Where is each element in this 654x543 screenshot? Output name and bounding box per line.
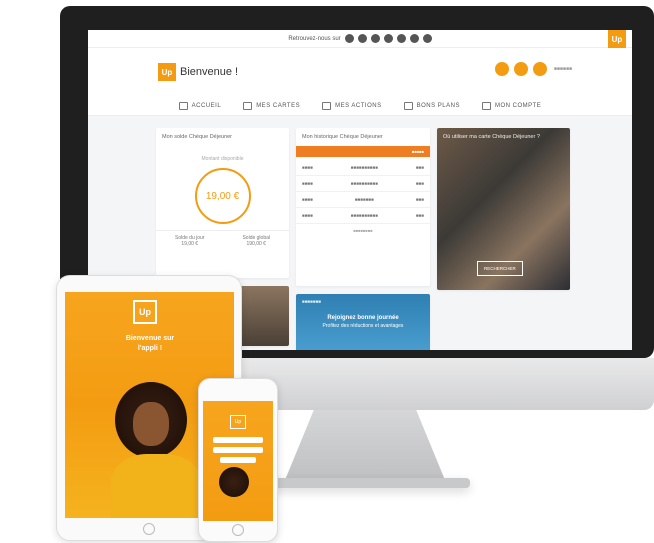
phone-logo: Up <box>230 415 246 429</box>
promo-headline: Rejoignez bonne journée <box>327 315 399 321</box>
social-bar: Retrouvez-nous sur Up <box>88 30 632 48</box>
see-more-link[interactable]: ■■■■■■■■ <box>296 228 430 233</box>
header-actions: ■■■■■■ <box>494 62 572 76</box>
phone-input[interactable] <box>213 447 263 453</box>
card-title: Mon solde Chèque Déjeuner <box>162 134 233 140</box>
promo-sub: Profitez des réductions et avantages <box>322 323 404 329</box>
nav-label: BONS PLANS <box>416 102 460 109</box>
nav-accueil[interactable]: ACCUEIL <box>178 101 222 110</box>
linkedin-icon[interactable] <box>422 34 432 43</box>
site-header: Up Bienvenue ! ■■■■■■ <box>88 48 632 96</box>
tablet-home-button[interactable] <box>143 523 155 535</box>
google-icon[interactable] <box>409 34 419 43</box>
right-value: 190,00 € <box>246 241 266 247</box>
phone-input[interactable] <box>213 437 263 443</box>
tablet-logo: Up <box>133 300 157 324</box>
deals-icon <box>403 101 413 110</box>
nav-label: MON COMPTE <box>494 102 542 109</box>
phone-woman-photo <box>219 467 249 497</box>
history-icon <box>322 101 332 110</box>
twitter-icon[interactable] <box>357 34 367 43</box>
nav-label: MES ACTIONS <box>335 102 382 109</box>
social-label: Retrouvez-nous sur <box>288 35 341 42</box>
welcome-title: Bienvenue ! <box>180 66 239 78</box>
phone-home-button[interactable] <box>232 524 244 536</box>
user-name[interactable]: ■■■■■■ <box>554 66 572 72</box>
nav-mes-cartes[interactable]: MES CARTES <box>243 101 301 110</box>
promo-card: ■■■■■■■ Rejoignez bonne journée Profitez… <box>296 294 430 350</box>
table-row: ■■■■ ■■■■■■■ ■■■ <box>296 192 430 208</box>
youtube-icon[interactable] <box>383 34 393 43</box>
up-corner-logo[interactable]: Up <box>608 30 626 48</box>
phone-screen: Up <box>203 401 273 521</box>
balance-ring: 19,00 € <box>194 168 251 224</box>
nav-mon-compte[interactable]: MON COMPTE <box>481 101 542 110</box>
phone-button[interactable] <box>220 457 256 463</box>
brand-logo[interactable]: Up <box>158 63 176 81</box>
nav-mes-actions[interactable]: MES ACTIONS <box>322 101 382 110</box>
main-nav: ACCUEIL MES CARTES MES ACTIONS BONS PLAN… <box>88 96 632 116</box>
tablet-welcome: Bienvenue sur l'appli ! <box>125 335 175 352</box>
available-label: Montant disponible <box>201 156 244 162</box>
search-button[interactable]: RECHERCHER <box>477 261 523 276</box>
card-title: Mon historique Chèque Déjeuner <box>302 134 383 140</box>
woman-photo <box>105 382 205 518</box>
nav-label: MES CARTES <box>256 102 301 109</box>
solde-card: Mon solde Chèque Déjeuner Montant dispon… <box>156 128 289 278</box>
notification-icon[interactable] <box>494 62 509 76</box>
avatar[interactable] <box>532 62 547 76</box>
balance-footer: Solde du jour 19,00 € Solde global 190,00 … <box>156 230 289 247</box>
monitor-stand <box>285 410 445 480</box>
table-row: ■■■■ ■■■■■■■■■■ ■■■ <box>296 208 430 224</box>
nav-bons-plans[interactable]: BONS PLANS <box>403 101 460 110</box>
instagram-icon[interactable] <box>370 34 380 43</box>
monitor-base <box>262 478 470 488</box>
history-filter-bar[interactable]: ■■■■■ <box>296 146 430 157</box>
bar-right: ■■■■■ <box>411 149 424 154</box>
info-icon[interactable] <box>513 62 528 76</box>
promo-tag: ■■■■■■■ <box>302 299 322 304</box>
nav-label: ACCUEIL <box>191 102 222 109</box>
facebook-icon[interactable] <box>344 34 354 43</box>
balance-amount: 19,00 € <box>205 190 240 202</box>
left-value: 19,00 € <box>181 241 199 247</box>
pinterest-icon[interactable] <box>396 34 406 43</box>
user-icon <box>481 101 491 110</box>
grid-icon <box>178 101 188 110</box>
table-row: ■■■■ ■■■■■■■■■■ ■■■ <box>296 160 430 176</box>
card-icon <box>243 101 253 110</box>
phone-device: Up <box>198 378 278 542</box>
card-title: Où utiliser ma carte Chèque Déjeuner ? <box>443 134 540 140</box>
photo-card: Où utiliser ma carte Chèque Déjeuner ? R… <box>437 128 570 290</box>
history-card: Mon historique Chèque Déjeuner ■■■■■ ■■■… <box>296 128 430 286</box>
table-row: ■■■■ ■■■■■■■■■■ ■■■ <box>296 176 430 192</box>
